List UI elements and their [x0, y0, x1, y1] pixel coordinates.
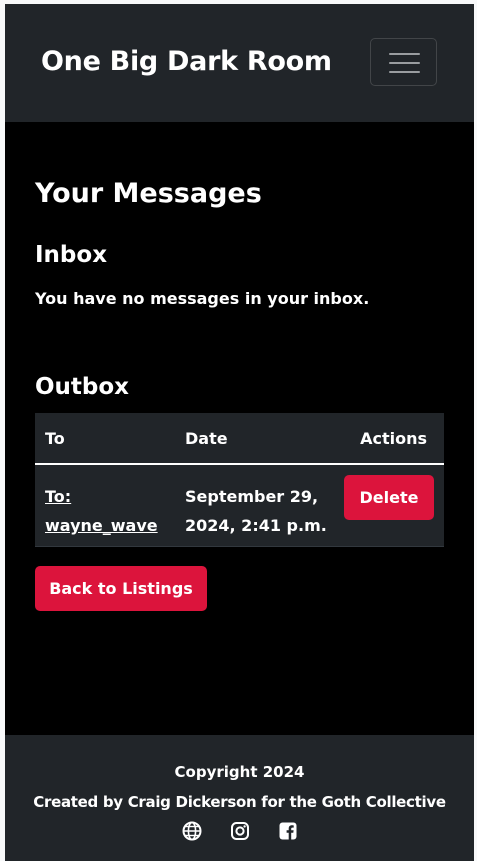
facebook-icon[interactable]: [278, 821, 298, 841]
outbox-heading: Outbox: [35, 374, 130, 400]
copyright-text: Copyright 2024: [174, 763, 305, 781]
recipient-link[interactable]: To: wayne_wave: [45, 482, 170, 540]
navbar-toggle-button[interactable]: [370, 38, 437, 86]
inbox-empty-message: You have no messages in your inbox.: [35, 289, 370, 308]
column-header-actions: Actions: [360, 429, 427, 448]
column-header-to: To: [45, 429, 65, 448]
back-to-listings-button[interactable]: Back to Listings: [35, 566, 207, 611]
message-date: September 29, 2024, 2:41 p.m.: [185, 487, 327, 535]
brand-link[interactable]: One Big Dark Room: [41, 46, 332, 77]
inbox-heading: Inbox: [35, 242, 108, 268]
delete-button[interactable]: Delete: [344, 475, 434, 520]
table-header: To Date Actions: [35, 413, 444, 465]
app-frame: One Big Dark Room Your Messages Inbox Yo…: [5, 4, 474, 861]
navbar: One Big Dark Room: [5, 4, 474, 122]
table-row: To: wayne_wave September 29, 2024, 2:41 …: [35, 465, 444, 547]
page-title: Your Messages: [35, 178, 262, 209]
globe-icon[interactable]: [182, 821, 202, 841]
credit-text: Created by Craig Dickerson for the Goth …: [33, 793, 446, 811]
social-links: [5, 821, 474, 841]
outbox-table: To Date Actions To: wayne_wave September…: [35, 413, 444, 547]
footer: Copyright 2024 Created by Craig Dickerso…: [5, 735, 474, 861]
instagram-icon[interactable]: [230, 821, 250, 841]
column-header-date: Date: [185, 429, 228, 448]
